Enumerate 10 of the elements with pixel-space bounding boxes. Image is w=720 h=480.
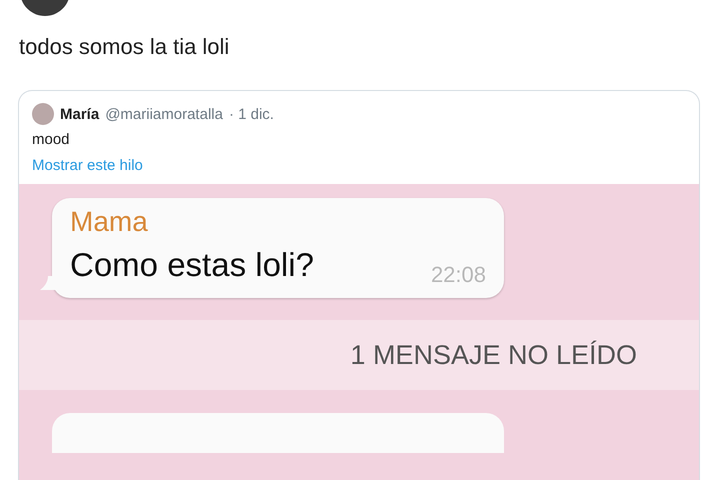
sender-name: Mama: [70, 206, 149, 238]
author-handle: @mariiamoratalla: [105, 106, 223, 122]
message-time: 22:08: [430, 262, 486, 288]
tweet-date: · 1 dic.: [228, 106, 274, 122]
bubble-tail-icon: [40, 276, 56, 290]
author-name: María: [60, 106, 100, 122]
quoted-tweet-text: mood: [31, 130, 71, 148]
message-text: Como estas loli?: [70, 246, 314, 284]
tweet-text: todos somos la tia loli: [19, 34, 230, 60]
unread-label: 1 MENSAJE NO LEÍDO: [350, 340, 637, 370]
